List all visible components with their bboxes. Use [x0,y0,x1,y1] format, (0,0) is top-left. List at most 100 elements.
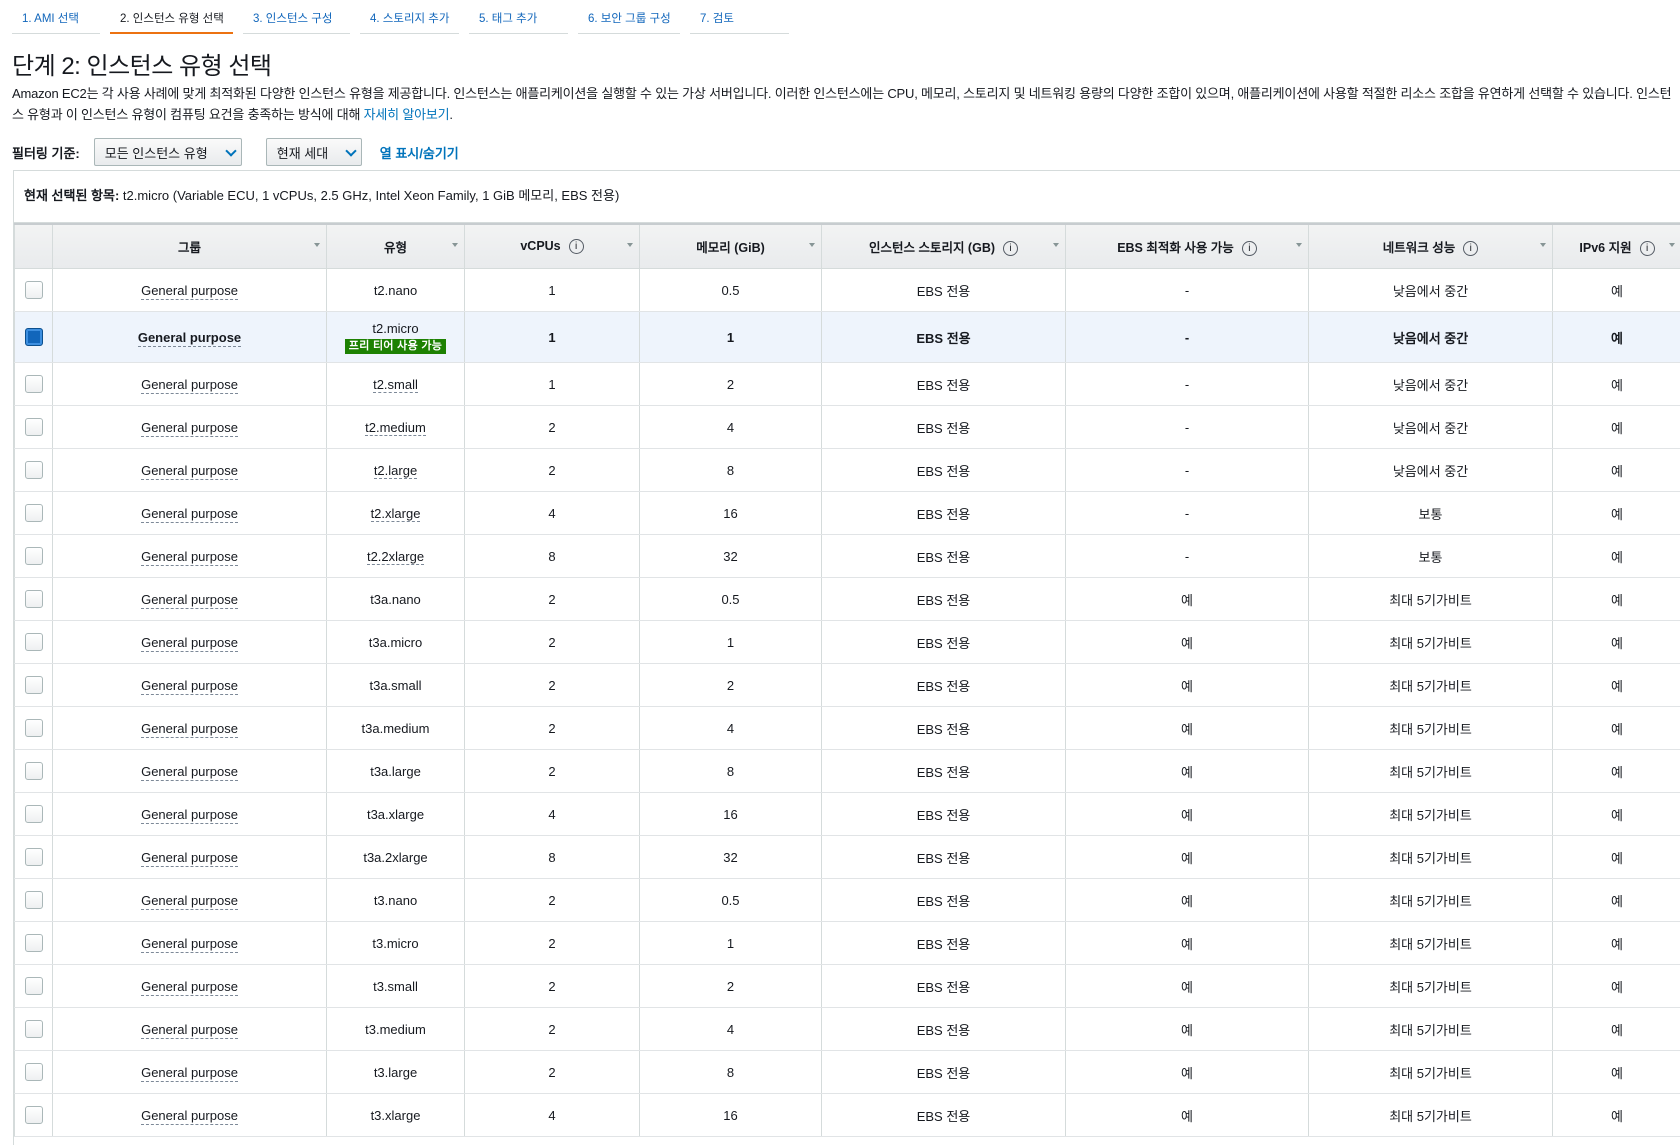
wizard-step-security-group[interactable]: 6. 보안 그룹 구성 [578,10,680,34]
free-tier-badge: 프리 티어 사용 가능 [345,339,446,354]
row-checkbox[interactable] [25,891,43,909]
header-memory[interactable]: 메모리 (GiB) [640,224,822,269]
table-row[interactable]: General purposet2.large28EBS 전용-낮음에서 중간예 [15,449,1680,492]
select-cell [15,449,53,492]
info-icon[interactable]: i [569,239,584,254]
select-cell [15,1008,53,1051]
info-icon[interactable]: i [1640,241,1655,256]
table-row[interactable]: General purposet3a.xlarge416EBS 전용예최대 5기… [15,793,1680,836]
header-ipv6[interactable]: IPv6 지원i [1553,224,1680,269]
header-network[interactable]: 네트워크 성능i [1309,224,1553,269]
ipv6-cell: 예 [1553,449,1680,492]
ebs-cell: - [1066,449,1309,492]
table-row[interactable]: General purposet3.small22EBS 전용예최대 5기가비트… [15,965,1680,1008]
instance-type: t2.2xlarge [367,549,424,565]
row-checkbox[interactable] [25,504,43,522]
vcpus-cell: 8 [465,535,640,578]
instance-type: t3a.2xlarge [363,850,427,865]
storage-cell: EBS 전용 [822,621,1066,664]
table-row[interactable]: General purposet2.xlarge416EBS 전용-보통예 [15,492,1680,535]
row-checkbox[interactable] [25,805,43,823]
wizard-step-instance-type[interactable]: 2. 인스턴스 유형 선택 [110,10,233,34]
table-row[interactable]: General purposet3a.small22EBS 전용예최대 5기가비… [15,664,1680,707]
row-checkbox[interactable] [25,676,43,694]
show-hide-columns-button[interactable]: 열 표시/숨기기 [380,143,459,162]
table-row[interactable]: General purposet2.micro프리 티어 사용 가능11EBS … [15,312,1680,363]
sort-icon [627,243,633,247]
row-checkbox[interactable] [25,281,43,299]
row-checkbox[interactable] [25,590,43,608]
instance-type: t3.nano [374,893,417,908]
vcpus-cell: 2 [465,922,640,965]
header-ebs-label: EBS 최적화 사용 가능 [1117,241,1234,255]
row-checkbox[interactable] [25,461,43,479]
group-cell: General purpose [53,1051,327,1094]
ebs-cell: 예 [1066,621,1309,664]
table-row[interactable]: General purposet3a.2xlarge832EBS 전용예최대 5… [15,836,1680,879]
group-cell: General purpose [53,750,327,793]
vcpus-cell: 4 [465,492,640,535]
storage-cell: EBS 전용 [822,793,1066,836]
header-type-label: 유형 [384,241,407,255]
table-row[interactable]: General purposet3.micro21EBS 전용예최대 5기가비트… [15,922,1680,965]
ipv6-cell: 예 [1553,879,1680,922]
header-vcpus[interactable]: vCPUsi [465,224,640,269]
instance-group: General purpose [141,807,238,824]
table-row[interactable]: General purposet3a.large28EBS 전용예최대 5기가비… [15,750,1680,793]
info-icon[interactable]: i [1242,241,1257,256]
row-checkbox[interactable] [25,1020,43,1038]
row-checkbox[interactable] [25,719,43,737]
memory-cell: 16 [640,492,822,535]
generation-filter-value: 현재 세대 [277,143,328,162]
sort-icon [1669,243,1675,247]
memory-cell: 8 [640,750,822,793]
table-row[interactable]: General purposet2.2xlarge832EBS 전용-보통예 [15,535,1680,578]
filter-bar: 필터링 기준: 모든 인스턴스 유형 현재 세대 열 표시/숨기기 [12,137,1668,167]
storage-cell: EBS 전용 [822,578,1066,621]
wizard-step-ami[interactable]: 1. AMI 선택 [12,10,100,34]
table-row[interactable]: General purposet3a.micro21EBS 전용예최대 5기가비… [15,621,1680,664]
row-checkbox[interactable] [25,375,43,393]
instance-group: General purpose [141,283,238,300]
instance-type-filter-select[interactable]: 모든 인스턴스 유형 [94,138,242,166]
table-row[interactable]: General purposet2.nano10.5EBS 전용-낮음에서 중간… [15,269,1680,312]
row-checkbox[interactable] [25,977,43,995]
table-row[interactable]: General purposet3.large28EBS 전용예최대 5기가비트… [15,1051,1680,1094]
instance-group: General purpose [141,721,238,738]
row-checkbox[interactable] [25,547,43,565]
table-row[interactable]: General purposet3.medium24EBS 전용예최대 5기가비… [15,1008,1680,1051]
header-ebs[interactable]: EBS 최적화 사용 가능 i [1066,224,1309,269]
group-cell: General purpose [53,836,327,879]
row-checkbox[interactable] [25,328,43,346]
table-row[interactable]: General purposet3a.medium24EBS 전용예최대 5기가… [15,707,1680,750]
header-group[interactable]: 그룹 [53,224,327,269]
learn-more-link[interactable]: 자세히 알아보기 [364,107,450,122]
wizard-step-storage[interactable]: 4. 스토리지 추가 [360,10,459,34]
table-row[interactable]: General purposet2.medium24EBS 전용-낮음에서 중간… [15,406,1680,449]
table-row[interactable]: General purposet2.small12EBS 전용-낮음에서 중간예 [15,363,1680,406]
info-icon[interactable]: i [1463,241,1478,256]
table-row[interactable]: General purposet3.xlarge416EBS 전용예최대 5기가… [15,1094,1680,1137]
header-storage[interactable]: 인스턴스 스토리지 (GB)i [822,224,1066,269]
row-checkbox[interactable] [25,848,43,866]
wizard-step-configure[interactable]: 3. 인스턴스 구성 [243,10,350,34]
wizard-step-tags[interactable]: 5. 태그 추가 [469,10,568,34]
instance-group: General purpose [141,506,238,523]
network-cell: 낮음에서 중간 [1309,449,1553,492]
type-cell: t3a.medium [327,707,465,750]
row-checkbox[interactable] [25,762,43,780]
instance-types-panel: 현재 선택된 항목: t2.micro (Variable ECU, 1 vCP… [13,170,1680,1145]
generation-filter-select[interactable]: 현재 세대 [266,138,362,166]
wizard-step-review[interactable]: 7. 검토 [690,10,789,34]
table-row[interactable]: General purposet3a.nano20.5EBS 전용예최대 5기가… [15,578,1680,621]
row-checkbox[interactable] [25,934,43,952]
row-checkbox[interactable] [25,1106,43,1124]
header-type[interactable]: 유형 [327,224,465,269]
group-cell: General purpose [53,621,327,664]
group-cell: General purpose [53,793,327,836]
row-checkbox[interactable] [25,1063,43,1081]
info-icon[interactable]: i [1003,241,1018,256]
row-checkbox[interactable] [25,633,43,651]
row-checkbox[interactable] [25,418,43,436]
table-row[interactable]: General purposet3.nano20.5EBS 전용예최대 5기가비… [15,879,1680,922]
